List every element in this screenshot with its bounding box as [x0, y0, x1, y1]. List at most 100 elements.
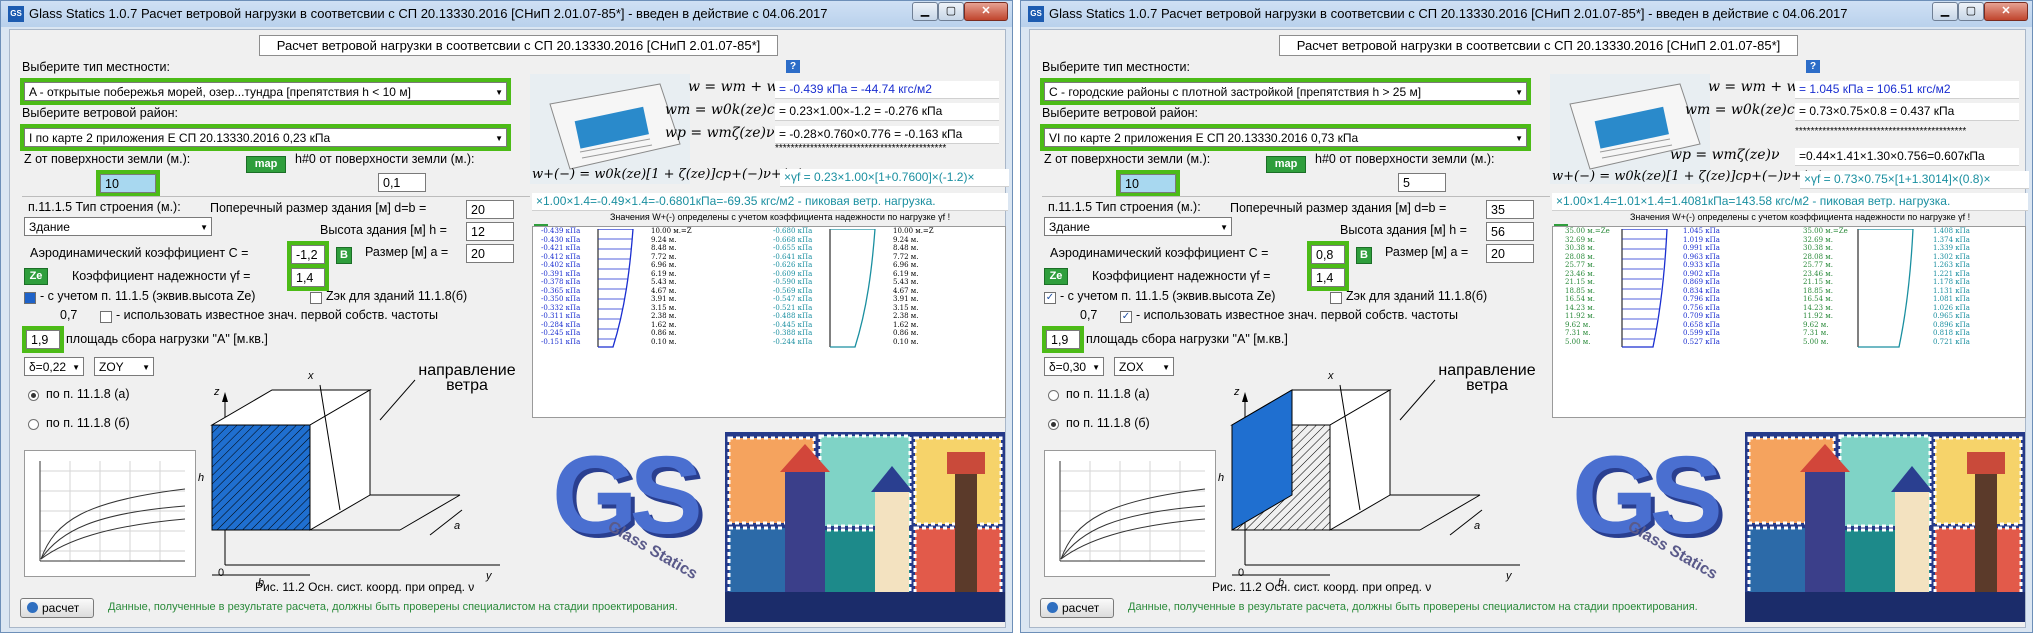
map-button[interactable]: map	[1266, 156, 1306, 173]
d-input[interactable]: 35	[1486, 200, 1534, 219]
radio-a-label: по п. 11.1.8 (а)	[1066, 387, 1150, 401]
freq-checkbox-label: - использовать известное знач. первой со…	[1136, 308, 1458, 322]
dim-a: a	[454, 520, 461, 532]
divider	[22, 196, 530, 197]
dim-h: h	[1218, 472, 1225, 484]
radio-b[interactable]	[1048, 419, 1059, 430]
close-button[interactable]: ✕	[1984, 2, 2028, 21]
minimize-button[interactable]: ▁	[1932, 2, 1958, 21]
formula-w: w = wm + wp	[1708, 79, 1808, 95]
result-wp: =0.44×1.41×1.30×0.756=0.607кПа	[1795, 148, 2019, 166]
z-input[interactable]: 10	[1120, 174, 1176, 193]
page-title: Расчет ветровой нагрузки в соответсвии с…	[1279, 35, 1798, 56]
aero-input[interactable]: -1,2	[291, 245, 325, 264]
figure-caption: Рис. 11.2 Осн. сист. коорд. при опред. ν	[255, 580, 475, 594]
maximize-button[interactable]: ▢	[1958, 2, 1984, 21]
d-input[interactable]: 20	[466, 200, 514, 219]
ze-button[interactable]: Ze	[1044, 268, 1068, 285]
formula-wp: wp = wmζ(ze)ν	[1670, 147, 1780, 163]
dist2-values: 1.408 кПа 1.374 кПа 1.339 кПа 1.302 кПа …	[1933, 227, 1970, 346]
result-peak-a: ×γf = 0.73×0.75×[1+1.3014]×(0.8)×	[1800, 171, 2029, 189]
wind-direction-label: направление ветра	[1438, 362, 1536, 394]
h0-input[interactable]: 0,1	[378, 173, 426, 192]
safety-input[interactable]: 1,4	[291, 268, 325, 287]
plane-select[interactable]: ZOX ▼	[1114, 357, 1174, 376]
terrain-select[interactable]: С - городские районы с плотной застройко…	[1044, 82, 1527, 101]
delta-select[interactable]: δ=0,30 ▼	[1044, 357, 1104, 376]
result-w: = 1.045 кПа = 106.51 кгс/м2	[1795, 81, 2019, 99]
title-bar: GS Glass Statics 1.0.7 Расчет ветровой н…	[1, 1, 1012, 27]
minimize-button[interactable]: ▁	[912, 2, 938, 21]
document-image	[1550, 74, 1710, 184]
zek-checkbox[interactable]	[1330, 292, 1342, 304]
freq-checkbox[interactable]	[100, 311, 112, 323]
illustration	[725, 432, 1005, 622]
formula-wp: wp = wmζ(ze)ν	[665, 125, 775, 141]
a-input[interactable]: 20	[466, 244, 514, 263]
ze-checkbox[interactable]: ✓	[1044, 292, 1056, 304]
area-input[interactable]: 1,9	[1046, 330, 1080, 349]
map-button[interactable]: map	[246, 156, 286, 173]
radio-b-label: по п. 11.1.8 (б)	[1066, 416, 1150, 430]
region-label: Выберите ветровой район:	[1042, 106, 1199, 120]
region-select[interactable]: I по карте 2 приложения Е СП 20.13330.20…	[24, 128, 507, 147]
freq-checkbox[interactable]: ✓	[1120, 311, 1132, 323]
terrain-label: Выберите тип местности:	[22, 60, 170, 74]
type-label: п.11.1.5 Тип строения (м.):	[28, 200, 181, 214]
delta-select[interactable]: δ=0,22 ▼	[24, 357, 84, 376]
footer-note: Данные, полученные в результате расчета,…	[108, 601, 678, 613]
calc-icon	[1047, 602, 1058, 613]
a-input[interactable]: 20	[1486, 244, 1534, 263]
h0-input[interactable]: 5	[1398, 173, 1446, 192]
radio-b[interactable]	[28, 419, 39, 430]
calculate-button[interactable]: расчет	[1040, 598, 1114, 618]
area-input[interactable]: 1,9	[26, 330, 60, 349]
z-input[interactable]: 10	[100, 174, 156, 193]
b-button[interactable]: B	[336, 247, 352, 264]
h-input[interactable]: 56	[1486, 222, 1534, 241]
zek-checkbox-label: Zэк для зданий 11.1.8(б)	[1346, 289, 1488, 303]
radio-a[interactable]	[1048, 390, 1059, 401]
z-label: Z от поверхности земли (м.):	[1044, 152, 1211, 166]
terrain-select[interactable]: A - открытые побережья морей, озер...тун…	[24, 82, 507, 101]
dist2-heights: 10.00 м.=Z 9.24 м. 8.48 м. 7.72 м. 6.96 …	[893, 227, 934, 346]
illustration	[1745, 432, 2025, 622]
calculate-button[interactable]: расчет	[20, 598, 94, 618]
radio-a[interactable]	[28, 390, 39, 401]
figure-caption: Рис. 11.2 Осн. сист. коорд. при опред. ν	[1212, 580, 1432, 594]
type-select[interactable]: Здание ▼	[24, 217, 212, 236]
h-input[interactable]: 12	[466, 222, 514, 241]
aero-input[interactable]: 0,8	[1311, 245, 1345, 264]
dist1-heights: 10.00 м.=Z 9.24 м. 8.48 м. 7.72 м. 6.96 …	[651, 227, 692, 346]
formula-wm: wm = w0k(ze)c	[665, 102, 775, 118]
dim-a: a	[1474, 520, 1481, 532]
axis-x: x	[1328, 370, 1334, 382]
ze-button[interactable]: Ze	[24, 268, 48, 285]
ze-checkbox-label: - с учетом п. 11.1.5 (эквив.высота Ze)	[40, 289, 256, 303]
building-diagram: z x y h a b 0 направление ветра Рис. 11.…	[198, 360, 520, 600]
zek-checkbox[interactable]	[310, 292, 322, 304]
axis-z: z	[214, 386, 220, 398]
plane-select[interactable]: ZOY ▼	[94, 357, 154, 376]
ze-checkbox[interactable]	[24, 292, 36, 304]
a-label: Размер [м] a =	[1385, 245, 1469, 259]
graph-curves	[1059, 461, 1206, 562]
b-button[interactable]: B	[1356, 247, 1372, 264]
maximize-button[interactable]: ▢	[938, 2, 964, 21]
safety-input[interactable]: 1,4	[1311, 268, 1345, 287]
axis-y: y	[486, 570, 492, 582]
help-icon[interactable]: ?	[1806, 60, 1820, 73]
footer-note: Данные, полученные в результате расчета,…	[1128, 601, 1698, 613]
axis-y: y	[1506, 570, 1512, 582]
region-label: Выберите ветровой район:	[22, 106, 179, 120]
building-svg	[1230, 379, 1520, 576]
divider	[1042, 196, 1550, 197]
building-svg	[210, 379, 500, 576]
help-icon[interactable]: ?	[786, 60, 800, 73]
type-select[interactable]: Здание ▼	[1044, 217, 1232, 236]
freq-value: 0,7	[1080, 308, 1098, 322]
close-button[interactable]: ✕	[964, 2, 1008, 21]
gs-logo: GS Glass Statics	[1552, 422, 1752, 622]
region-select[interactable]: VI по карте 2 приложения Е СП 20.13330.2…	[1044, 128, 1527, 147]
d-label: Поперечный размер здания [м] d=b =	[210, 201, 427, 215]
